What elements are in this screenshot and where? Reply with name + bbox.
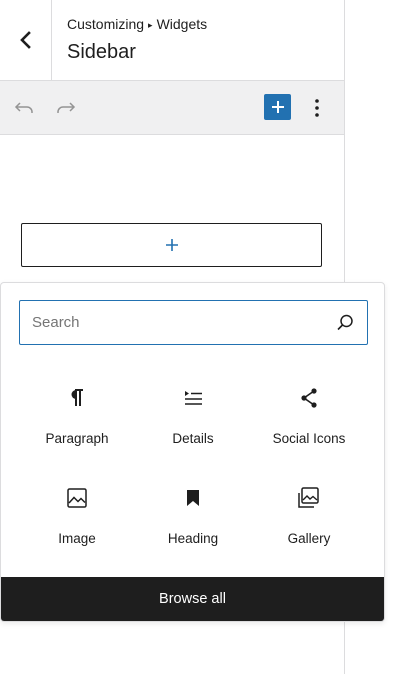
back-button[interactable]: [0, 0, 52, 80]
block-label: Details: [172, 431, 214, 446]
chevron-left-icon: [19, 31, 31, 49]
block-label: Image: [58, 531, 96, 546]
share-icon: [297, 386, 321, 410]
search-input[interactable]: [20, 301, 367, 344]
redo-button[interactable]: [51, 94, 79, 122]
breadcrumb-root: Customizing: [67, 16, 145, 32]
browse-all-button[interactable]: Browse all: [1, 577, 384, 621]
editor-toolbar: [0, 81, 344, 135]
block-paragraph[interactable]: Paragraph: [19, 386, 135, 466]
bookmark-icon: [181, 486, 205, 510]
vertical-ellipsis-icon: [315, 99, 319, 117]
undo-button[interactable]: [11, 94, 39, 122]
block-label: Heading: [167, 531, 219, 546]
block-label: Paragraph: [45, 431, 109, 446]
search-box: [19, 300, 368, 345]
block-inserter-popover: Paragraph Details Social Icons: [0, 282, 385, 622]
details-icon: [181, 386, 205, 410]
page-title: Sidebar: [67, 41, 136, 63]
block-details[interactable]: Details: [135, 386, 251, 466]
plus-icon: [271, 101, 284, 113]
inserter-toggle-button[interactable]: [264, 94, 291, 120]
image-icon: [65, 486, 89, 510]
block-label: Social Icons: [272, 431, 346, 446]
block-label: Gallery: [287, 531, 331, 546]
block-gallery[interactable]: Gallery: [251, 486, 367, 566]
options-button[interactable]: [303, 94, 331, 122]
panel-header: Customizing ▸ Widgets Sidebar: [0, 0, 344, 81]
breadcrumb-current: Widgets: [156, 16, 208, 32]
gallery-icon: [297, 486, 321, 510]
header-text: Customizing ▸ Widgets Sidebar: [67, 15, 207, 65]
breadcrumb-separator: ▸: [148, 20, 153, 30]
block-heading[interactable]: Heading: [135, 486, 251, 566]
block-appender-button[interactable]: [21, 223, 322, 267]
redo-icon: [57, 102, 76, 113]
block-image[interactable]: Image: [19, 486, 135, 566]
search-icon: [337, 314, 353, 331]
block-social-icons[interactable]: Social Icons: [251, 386, 367, 466]
paragraph-icon: [65, 386, 89, 410]
undo-icon: [14, 102, 33, 113]
breadcrumb: Customizing ▸ Widgets: [67, 15, 207, 35]
plus-icon: [165, 239, 178, 251]
